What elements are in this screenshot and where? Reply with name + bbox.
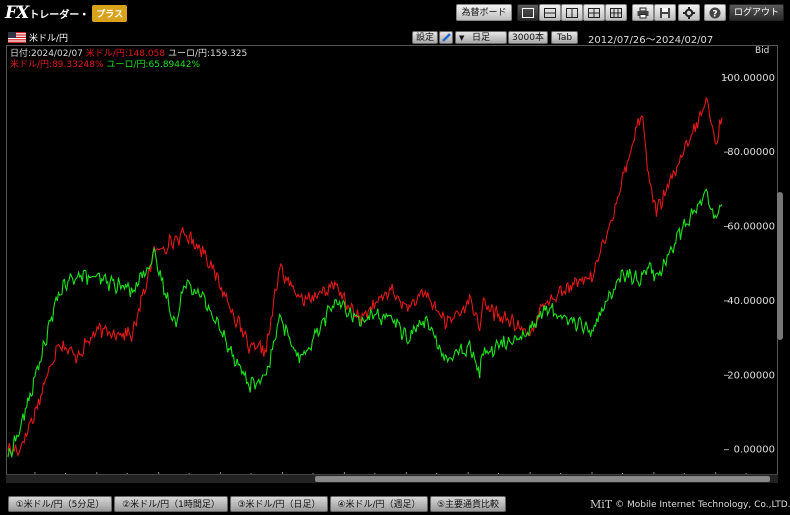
help-icon: ? [709,7,721,19]
help-button[interactable]: ? [704,4,726,21]
top-bar: FX トレーダー・ プラス 為替ボード ? ログアウト [0,0,790,25]
bar-count-select[interactable]: 3000本 [508,31,548,44]
draw-tool-button[interactable] [439,31,453,44]
rate-board-button[interactable]: 為替ボード [456,4,512,21]
info-usd-change: 米ドル/円:89.33248% [10,60,104,70]
logo-trader: トレーダー・ [29,9,90,21]
logo-fx: FX [5,3,29,23]
tab-usdjpy-1hour[interactable]: ②米ドル/円（1時間足） [114,496,228,512]
layout-rows-button[interactable] [539,4,561,21]
layout-grid-button[interactable] [605,4,627,21]
settings-button[interactable] [678,4,700,21]
app-logo: FX トレーダー・ プラス [5,3,128,23]
print-icon [637,7,649,18]
print-button[interactable] [632,4,654,21]
logo-plus-badge: プラス [92,4,128,22]
tab-major-currency-comparison[interactable]: ⑤主要通貨比較 [430,496,506,512]
save-button[interactable] [654,4,676,21]
chevron-down-icon: ▼ [459,34,465,42]
scroll-thumb[interactable] [314,476,771,482]
settings-icon [683,6,695,19]
chart-area[interactable] [6,45,778,483]
info-eur-change: ユーロ/円:65.89442% [106,60,200,70]
logout-button[interactable]: ログアウト [729,4,784,21]
layout-single-button[interactable] [517,4,539,21]
price-type-label: Bid [755,46,770,56]
vertical-scrollbar[interactable] [777,192,783,340]
tab-usdjpy-weekly[interactable]: ④米ドル/円（週足） [330,496,428,512]
tab-usdjpy-5min[interactable]: ①米ドル/円（5分足） [8,496,112,512]
svg-text:?: ? [712,9,717,19]
save-icon [660,7,670,18]
tab-button[interactable]: Tab [551,31,578,44]
layout-grid-icon [610,7,622,18]
tab-usdjpy-daily[interactable]: ③米ドル/円（日足） [230,496,328,512]
copyright-text: © Mobile Internet Technology, Co.,LTD. [615,499,790,510]
interval-value: 日足 [471,33,490,43]
chart-panel-header: 米ドル/円 設定 ▼ 日足 3000本 Tab 2012/07/26～2024/… [6,30,778,46]
us-flag-icon [8,32,26,43]
bottom-tab-bar: ①米ドル/円（5分足） ②米ドル/円（1時間足） ③米ドル/円（日足） ④米ドル… [0,494,790,515]
copyright-footer: MiT © Mobile Internet Technology, Co.,LT… [590,498,790,511]
layout-quad-button[interactable] [583,4,605,21]
info-line-changes: 米ドル/円:89.33248% ユーロ/円:65.89442% [10,57,200,70]
interval-select[interactable]: ▼ 日足 [455,31,507,44]
layout-quad-icon [588,7,600,18]
date-range: 2012/07/26～2024/02/07 [588,35,714,46]
chart-settings-button[interactable]: 設定 [412,31,438,44]
pencil-icon [442,33,451,42]
layout-single-icon [522,7,534,18]
pair-name: 米ドル/円 [29,34,69,44]
layout-columns-button[interactable] [561,4,583,21]
currency-pair-title: 米ドル/円 [8,31,68,44]
mit-logo: MiT [590,498,613,511]
layout-columns-icon [566,7,578,18]
layout-rows-icon [544,7,556,18]
horizontal-scrollbar[interactable] [6,474,778,483]
